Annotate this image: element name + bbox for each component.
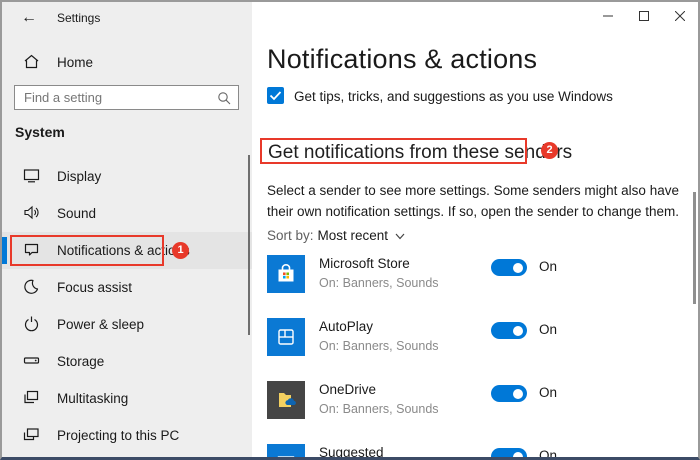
search-input[interactable] <box>15 86 205 109</box>
minimize-button[interactable] <box>590 2 626 30</box>
focus-assist-icon <box>23 278 40 295</box>
sidebar-scrollbar[interactable] <box>248 155 250 335</box>
sidebar-item-multitasking[interactable]: Multitasking <box>2 380 252 417</box>
settings-window: ← Settings Home System Display <box>0 0 700 460</box>
sidebar-item-focus-assist[interactable]: Focus assist <box>2 269 252 306</box>
senders-description-line2: their own notification settings. If so, … <box>267 201 679 222</box>
sender-row-onedrive[interactable]: OneDrive On: Banners, Sounds On <box>267 381 687 437</box>
senders-description: Select a sender to see more settings. So… <box>267 180 679 222</box>
sender-row-autoplay[interactable]: AutoPlay On: Banners, Sounds On <box>267 318 687 374</box>
selected-accent-bar <box>2 237 7 264</box>
sender-name: AutoPlay <box>319 319 373 334</box>
sidebar-item-projecting[interactable]: Projecting to this PC <box>2 417 252 454</box>
toggle-knob <box>513 452 523 460</box>
microsoft-store-icon <box>267 255 305 293</box>
sender-row-suggested[interactable]: Suggested On <box>267 444 687 460</box>
onedrive-icon <box>267 381 305 419</box>
toggle-knob <box>513 389 523 399</box>
page-title: Notifications & actions <box>267 44 537 75</box>
sidebar-item-label: Multitasking <box>57 391 128 406</box>
sidebar-item-home[interactable]: Home <box>2 49 252 86</box>
close-button[interactable] <box>662 2 698 30</box>
suggested-icon <box>267 444 305 460</box>
projecting-icon <box>23 426 40 443</box>
window-title: Settings <box>57 11 100 25</box>
chevron-down-icon <box>395 228 405 243</box>
annotation-badge-step1: 1 <box>172 242 189 259</box>
sidebar-item-label: Home <box>57 55 93 70</box>
sort-by-value: Most recent <box>318 228 389 243</box>
sender-toggle[interactable] <box>491 385 527 402</box>
toggle-state-label: On <box>539 448 557 460</box>
tips-checkbox-label: Get tips, tricks, and suggestions as you… <box>294 89 613 104</box>
sidebar-item-label: Storage <box>57 354 104 369</box>
sidebar-item-label: Projecting to this PC <box>57 428 179 443</box>
toggle-state-label: On <box>539 259 557 274</box>
main-content: Notifications & actions Get tips, tricks… <box>252 2 698 457</box>
toggle-knob <box>513 326 523 336</box>
main-scrollbar[interactable] <box>693 192 696 304</box>
tips-checkbox[interactable] <box>267 87 284 104</box>
sidebar-item-sound[interactable]: Sound <box>2 195 252 232</box>
sender-status: On: Banners, Sounds <box>319 402 439 416</box>
sidebar-item-display[interactable]: Display <box>2 158 252 195</box>
toggle-state-label: On <box>539 385 557 400</box>
sidebar: ← Settings Home System Display <box>2 2 252 457</box>
sidebar-item-label: Focus assist <box>57 280 132 295</box>
window-controls <box>590 2 698 30</box>
toggle-knob <box>513 263 523 273</box>
sound-icon <box>23 204 40 221</box>
power-icon <box>23 315 40 332</box>
sidebar-item-power-sleep[interactable]: Power & sleep <box>2 306 252 343</box>
senders-description-line1: Select a sender to see more settings. So… <box>267 180 679 201</box>
sender-toggle[interactable] <box>491 259 527 276</box>
sender-status: On: Banners, Sounds <box>319 339 439 353</box>
search-icon[interactable] <box>217 91 231 105</box>
sender-toggle[interactable] <box>491 448 527 460</box>
sidebar-item-storage[interactable]: Storage <box>2 343 252 380</box>
maximize-button[interactable] <box>626 2 662 30</box>
sort-by-label: Sort by: <box>267 228 314 243</box>
sender-name: Suggested <box>319 445 384 460</box>
back-arrow-icon[interactable]: ← <box>18 7 40 29</box>
sender-status: On: Banners, Sounds <box>319 276 439 290</box>
sender-name: OneDrive <box>319 382 376 397</box>
search-box <box>14 85 239 110</box>
sender-toggle[interactable] <box>491 322 527 339</box>
sender-row-microsoft-store[interactable]: Microsoft Store On: Banners, Sounds On <box>267 255 687 311</box>
display-icon <box>23 167 40 184</box>
storage-icon <box>23 352 40 369</box>
sidebar-item-label: Sound <box>57 206 96 221</box>
annotation-box-step1 <box>10 235 164 266</box>
annotation-badge-step2: 2 <box>541 142 558 159</box>
annotation-box-step2 <box>260 138 527 164</box>
sender-name: Microsoft Store <box>319 256 410 271</box>
home-icon <box>23 53 40 70</box>
sidebar-item-label: Display <box>57 169 101 184</box>
multitasking-icon <box>23 389 40 406</box>
sidebar-item-label: Power & sleep <box>57 317 144 332</box>
titlebar: ← Settings <box>2 2 252 34</box>
sort-by-dropdown[interactable]: Sort by: Most recent <box>267 228 405 243</box>
autoplay-icon <box>267 318 305 356</box>
sidebar-section-system: System <box>15 124 65 140</box>
toggle-state-label: On <box>539 322 557 337</box>
